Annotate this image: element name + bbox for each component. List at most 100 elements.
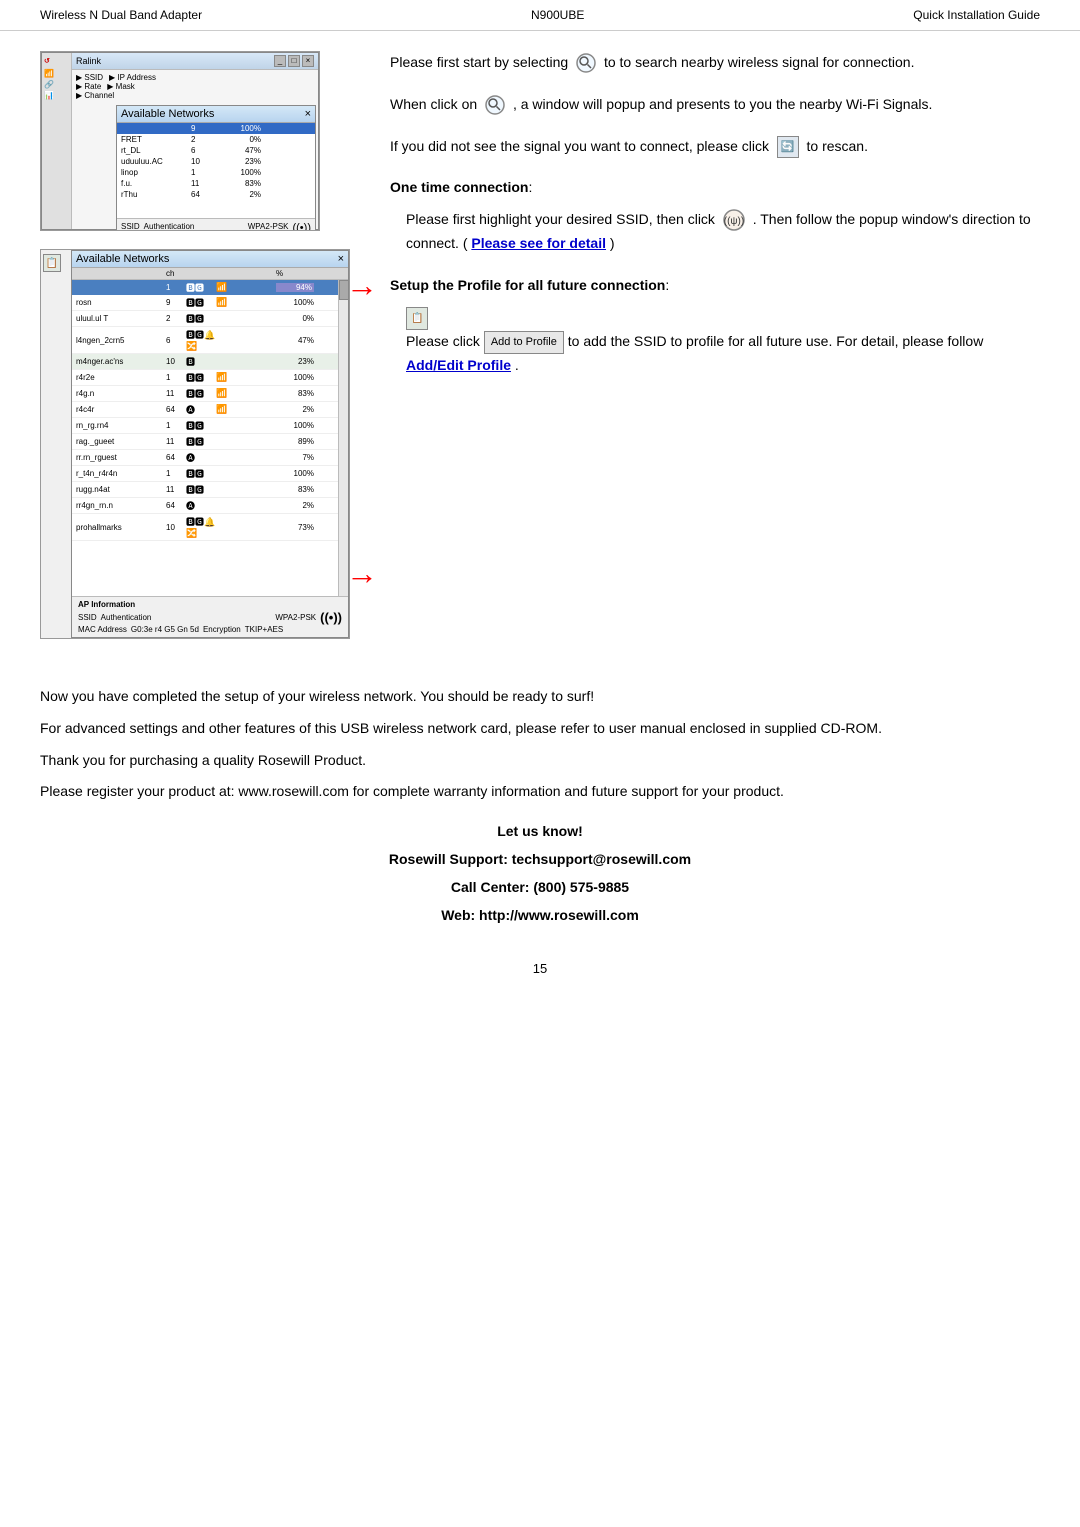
net-ch-large-13: 64 (166, 501, 186, 510)
net-list-scroll-large: 1 🅱🅶 📶 94% rosn 9 🅱🅶 (72, 280, 338, 596)
scrollbar-large[interactable] (338, 280, 348, 596)
net-close-large[interactable]: × (338, 253, 344, 265)
header-center: N900UBE (531, 8, 584, 22)
red-arrow-bottom-right: → (346, 557, 378, 589)
setup-suffix: to add the SSID to profile for all futur… (568, 333, 984, 349)
net-icons-large-4: 🅱 (186, 355, 216, 368)
section-rescan: If you did not see the signal you want t… (390, 135, 1040, 159)
net-row-large-2[interactable]: uluul.ul T 2 🅱🅶 0% (72, 311, 338, 327)
net-row-large-5[interactable]: r4r2e 1 🅱🅶 📶 100% (72, 370, 338, 386)
net-pct-large-11: 100% (276, 469, 314, 478)
net-row-ch-1: 2 (191, 135, 211, 144)
net-icons-large-9: 🅱🅶 (186, 435, 216, 448)
net-name-large-5: r4r2e (76, 373, 166, 382)
net-name-large-14: prohallmarks (76, 523, 166, 532)
nav-channel: ▶ Channel (76, 91, 114, 100)
one-time-title: One time connection: (390, 176, 1040, 200)
section-search: Please first start by selecting to to se… (390, 51, 1040, 75)
net-row-ch-0: 9 (191, 124, 211, 133)
net-ch-large-14: 10 (166, 523, 186, 532)
net-row-large-14[interactable]: prohallmarks 10 🅱🅶🔔🔀 73% (72, 514, 338, 541)
net-row-large-10[interactable]: rr.rn_rguest 64 🅐 7% (72, 450, 338, 466)
add-to-profile-button[interactable]: Add to Profile (484, 331, 564, 354)
net-row-large-12[interactable]: rugg.n4at 11 🅱🅶 83% (72, 482, 338, 498)
search-icon-inline2 (484, 94, 506, 116)
search-icon-inline (575, 52, 597, 74)
net-row-large-13[interactable]: rr4gn_rn.n 64 🅐 2% (72, 498, 338, 514)
net-icons-large-14: 🅱🅶🔔🔀 (186, 515, 216, 539)
net-name-large-1: rosn (76, 298, 166, 307)
wireless-signal-icon-large: ((•)) (320, 610, 342, 625)
net-row-large-11[interactable]: r_t4n_r4r4n 1 🅱🅶 100% (72, 466, 338, 482)
connect-icon: ((ψ)) (722, 208, 746, 232)
net-pct-large-0: 94% (276, 283, 314, 292)
contact-web: Web: http://www.rosewill.com (40, 904, 1040, 928)
net-pct-large-4: 23% (276, 357, 314, 366)
ap-mac-row-large: MAC Address G0:3e r4 G5 Gn 5d Encryption… (78, 625, 342, 634)
net-row-large-7[interactable]: r4c4r 64 🅐 📶 2% (72, 402, 338, 418)
ap-ssid-label-small: SSID (121, 222, 140, 231)
available-networks-small: Available Networks × 9 100% FR (116, 105, 316, 231)
bottom-para1: Now you have completed the setup of your… (40, 685, 1040, 709)
net-name-large-11: r_t4n_r4r4n (76, 469, 166, 478)
net-row-name-3: uduuluu.AC (121, 157, 191, 166)
wireless-signal-icon-small: ((•)) (292, 222, 311, 231)
ap-mac-label-large: MAC Address (78, 625, 127, 634)
bottom-para3: Thank you for purchasing a quality Rosew… (40, 749, 1040, 773)
copy-icon: 📋 (43, 254, 61, 272)
net-row-ch-2: 6 (191, 146, 211, 155)
red-arrow-top-right: → (346, 269, 378, 301)
net-icons-large-10: 🅐 (186, 451, 216, 464)
ap-ssid-row-large: SSID Authentication WPA2-PSK ((•)) (78, 610, 342, 625)
net-pct-large-14: 73% (276, 523, 314, 532)
net-row-pct-3: 23% (211, 157, 261, 166)
setup-profile-text: 📋 Please click Add to Profile to add the… (390, 306, 1040, 377)
net-name-large-2: uluul.ul T (76, 314, 166, 323)
ap-info-large: AP Information SSID Authentication WPA2-… (72, 596, 348, 637)
sidebar-icon-3: 📊 (44, 91, 69, 100)
header-left: Wireless N Dual Band Adapter (40, 8, 202, 22)
net-ch-large-6: 11 (166, 389, 186, 398)
small-screenshot: ↺ 📶 🔗 📊 Ralink _ □ × (40, 51, 320, 231)
ralink-nav-row3: ▶ Channel (76, 91, 314, 100)
net-ch-large-4: 10 (166, 357, 186, 366)
net-close-small[interactable]: × (305, 108, 311, 120)
section-click-search: When click on , a window will popup and … (390, 93, 1040, 117)
one-time-link[interactable]: Please see for detail (471, 235, 606, 251)
networks-overlay-small: Available Networks × 9 100% FR (74, 105, 316, 227)
net-row-large-1[interactable]: rosn 9 🅱🅶 📶 100% (72, 295, 338, 311)
ap-enc-value-large: TKIP+AES (245, 625, 283, 634)
col-ch: ch (166, 269, 186, 278)
net-name-large-12: rugg.n4at (76, 485, 166, 494)
net-row-pct-0: 100% (211, 124, 261, 133)
para3-prefix: If you did not see the signal you want t… (390, 138, 769, 154)
minimize-btn[interactable]: _ (274, 55, 286, 67)
add-edit-profile-link[interactable]: Add/Edit Profile (406, 357, 511, 373)
close-btn[interactable]: × (302, 55, 314, 67)
net-row-1-small: FRET 2 0% (117, 134, 315, 145)
net-row-large-8[interactable]: rn_rg.rn4 1 🅱🅶 100% (72, 418, 338, 434)
net-titlebar-large: Available Networks × (72, 251, 348, 268)
net-row-pct-4: 100% (211, 168, 261, 177)
net-row-large-9[interactable]: rag._gueet 11 🅱🅶 89% (72, 434, 338, 450)
ap-mac-value-large: G0:3e r4 G5 Gn 5d (131, 625, 199, 634)
ap-enc-label-large: Encryption (203, 625, 241, 634)
net-row-name-4: linop (121, 168, 191, 177)
net-pct-large-1: 100% (276, 298, 314, 307)
net-row-large-6[interactable]: r4g.n 11 🅱🅶 📶 83% (72, 386, 338, 402)
net-icons-large-12: 🅱🅶 (186, 483, 216, 496)
net-icons-large-1: 🅱🅶 (186, 296, 216, 309)
one-time-text-prefix: Please first highlight your desired SSID… (406, 211, 715, 227)
maximize-btn[interactable]: □ (288, 55, 300, 67)
net-row-large-4[interactable]: m4nger.ac'ns 10 🅱 23% (72, 354, 338, 370)
col-sig (216, 269, 246, 278)
net-icons-large-8: 🅱🅶 (186, 419, 216, 432)
net-row-large-3[interactable]: l4ngen_2crn5 6 🅱🅶🔔🔀 47% (72, 327, 338, 354)
ap-info-title: AP Information (78, 600, 342, 609)
profile-icon-box: 📋 (406, 307, 428, 330)
setup-profile-title-text: Setup the Profile for all future connect… (390, 277, 665, 293)
net-title-large: Available Networks (76, 253, 169, 265)
nav-ip: ▶ IP Address (109, 73, 156, 82)
net-icons-large-7: 🅐 (186, 403, 216, 416)
net-row-large-0[interactable]: 1 🅱🅶 📶 94% (72, 280, 338, 295)
